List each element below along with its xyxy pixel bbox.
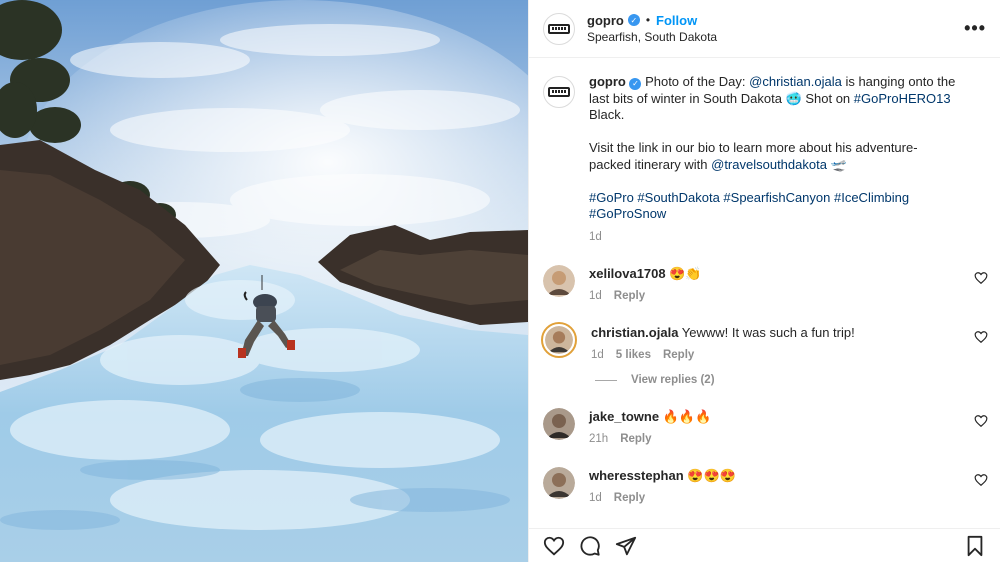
comment-text: 😍👏 [665,266,702,281]
reply-button[interactable]: Reply [663,349,694,361]
post-details-panel: gopro ✓ • Follow Spearfish, South Dakota… [528,0,1000,562]
comment-username[interactable]: christian.ojala [591,325,678,340]
mention-link[interactable]: @christian.ojala [749,74,842,89]
commenter-avatar[interactable] [543,467,575,499]
save-bookmark-icon[interactable] [964,535,986,557]
comment-body: xelilova1708 😍👏 1d Reply [589,265,702,302]
comment-body: wheresstephan 😍😍😍 1d Reply [589,467,736,504]
comment-username[interactable]: xelilova1708 [589,266,666,281]
commenter-avatar[interactable] [543,408,575,440]
comment-line: jake_towne 🔥🔥🔥 [589,408,711,425]
commenter-avatar[interactable] [543,265,575,297]
header-line: gopro ✓ • Follow [587,12,717,29]
caption-body: gopro ✓ Photo of the Day: @christian.oja… [589,74,959,245]
comment-time: 1d [589,492,602,504]
instagram-post-modal: gopro ✓ • Follow Spearfish, South Dakota… [0,0,1000,562]
header-text: gopro ✓ • Follow Spearfish, South Dakota [587,12,717,46]
comment-meta: 1d 5 likes Reply [591,349,855,361]
heart-icon[interactable] [974,271,988,285]
post-photo[interactable] [0,0,528,562]
gopro-logo-icon [548,87,570,97]
hashtag-link[interactable]: #GoProHERO13 [854,91,951,106]
separator-dot: • [645,12,651,27]
comment-text: 😍😍😍 [683,468,736,483]
location-link[interactable]: Spearfish, South Dakota [587,29,717,46]
caption-username[interactable]: gopro [589,74,626,89]
reply-button[interactable]: Reply [614,290,645,302]
comment-body: christian.ojala Yewww! It was such a fun… [591,324,855,361]
comment-time: 21h [589,433,609,445]
gopro-logo-icon [548,23,570,34]
commenter-avatar[interactable] [541,322,577,358]
replies-divider [595,379,617,381]
reply-button[interactable]: Reply [620,433,651,445]
comment-text: Yewww! It was such a fun trip! [678,325,855,340]
caption-paragraph-2: Visit the link in our bio to learn more … [589,140,959,173]
comment-text: 🔥🔥🔥 [659,409,712,424]
header-username[interactable]: gopro [587,12,624,29]
comment-meta: 1d Reply [589,492,736,504]
share-icon[interactable] [615,535,637,557]
comment-icon[interactable] [579,535,601,557]
mention-link[interactable]: @travelsouthdakota [711,157,827,172]
gopro-avatar[interactable] [543,12,575,45]
view-replies-label: View replies (2) [631,374,715,386]
comment-meta: 1d Reply [589,290,702,302]
caption-paragraph-1: gopro ✓ Photo of the Day: @christian.oja… [589,74,959,124]
comment-line: christian.ojala Yewww! It was such a fun… [591,324,855,341]
caption-text: 🛫 [826,156,847,172]
comment-line: wheresstephan 😍😍😍 [589,467,736,484]
comment-body: jake_towne 🔥🔥🔥 21h Reply [589,408,711,445]
caption-hashtags[interactable]: #GoPro #SouthDakota #SpearfishCanyon #Ic… [589,190,959,223]
post-header: gopro ✓ • Follow Spearfish, South Dakota… [529,0,1000,58]
view-replies-button[interactable]: View replies (2) [529,374,1000,386]
comment-username[interactable]: wheresstephan [589,468,684,483]
comment-meta: 21h Reply [589,433,711,445]
comment-item: christian.ojala Yewww! It was such a fun… [529,322,1000,361]
reply-button[interactable]: Reply [614,492,645,504]
comment-line: xelilova1708 😍👏 [589,265,702,282]
caption-avatar[interactable] [543,76,575,108]
comment-time: 1d [589,290,602,302]
verified-badge-icon: ✓ [627,14,640,26]
post-caption: gopro ✓ Photo of the Day: @christian.oja… [529,58,1000,245]
comment-item: jake_towne 🔥🔥🔥 21h Reply [529,408,1000,445]
post-actions-bar [529,528,1000,562]
caption-text: Black. [589,107,625,122]
caption-text: Photo of the Day: [641,74,750,89]
heart-icon[interactable] [974,414,988,428]
more-options-icon[interactable]: ••• [964,18,986,39]
comment-item: xelilova1708 😍👏 1d Reply [529,265,1000,302]
comment-item: wheresstephan 😍😍😍 1d Reply [529,467,1000,504]
verified-badge-icon: ✓ [629,78,642,91]
ice-climbing-photo [0,0,528,562]
comment-likes[interactable]: 5 likes [616,349,651,361]
comments-scroll-area[interactable]: gopro ✓ Photo of the Day: @christian.oja… [529,58,1000,528]
follow-button[interactable]: Follow [656,12,697,29]
comment-username[interactable]: jake_towne [589,409,659,424]
comment-time: 1d [591,349,604,361]
caption-time: 1d [589,230,602,243]
heart-icon[interactable] [543,535,565,557]
heart-icon[interactable] [974,330,988,344]
heart-icon[interactable] [974,473,988,487]
